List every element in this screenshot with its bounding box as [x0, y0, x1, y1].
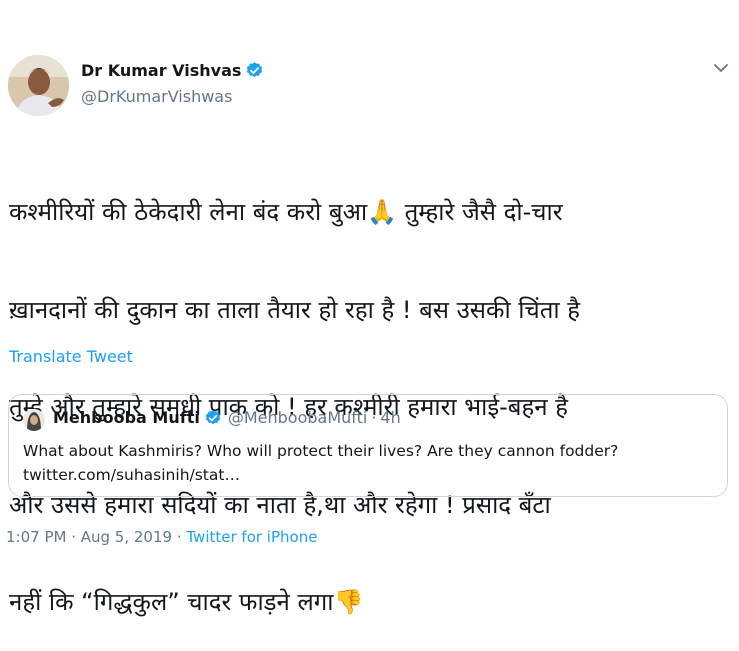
quote-avatar [23, 409, 45, 431]
tweet-line-5-text: नहीं कि “गिद्धकुल” चादर फाड़ने लगा [9, 588, 334, 616]
author-name-row: Dr Kumar Vishvas [81, 61, 264, 80]
verified-badge-icon [247, 62, 263, 78]
quote-author-handle: @MehboobaMufti [227, 408, 368, 427]
quote-author-name: Mehbooba Mufti [53, 408, 200, 427]
translate-tweet-link[interactable]: Translate Tweet [9, 347, 133, 366]
tweet-line-1b: तुम्हारे जैसै दो-चार [397, 198, 563, 226]
quoted-tweet-card[interactable]: Mehbooba Mufti @MehboobaMufti · 4h What … [8, 394, 728, 497]
verified-badge-icon [205, 409, 221, 424]
author-name[interactable]: Dr Kumar Vishvas [81, 61, 241, 80]
tweet-timestamp[interactable]: 1:07 PM · Aug 5, 2019 · [6, 528, 182, 546]
tweet-line-1a: कश्मीरियों की ठेकेदारी लेना बंद करो बुआ [9, 198, 368, 226]
tweet-line-5: नहीं कि “गिद्धकुल” चादर फाड़ने लगा👎 [9, 586, 734, 619]
quote-header: Mehbooba Mufti @MehboobaMufti · 4h [53, 408, 401, 427]
tweet-line-2: ख़ानदानों की दुकान का ताला तैयार हो रहा … [9, 295, 581, 324]
tweet-text: कश्मीरियों की ठेकेदारी लेना बंद करो बुआ🙏… [9, 131, 734, 651]
folded-hands-emoji: 🙏 [367, 198, 397, 226]
author-avatar[interactable] [8, 55, 69, 116]
tweet-meta: 1:07 PM · Aug 5, 2019 · Twitter for iPho… [6, 528, 317, 546]
chevron-down-icon[interactable] [713, 62, 729, 74]
separator-dot: · [371, 408, 377, 427]
tweet-line-1: कश्मीरियों की ठेकेदारी लेना बंद करो बुआ🙏… [9, 196, 734, 229]
quote-timestamp: 4h [380, 408, 401, 427]
author-handle[interactable]: @DrKumarVishwas [81, 87, 232, 106]
thumbs-down-emoji: 👎 [333, 588, 364, 616]
tweet-source-link[interactable]: Twitter for iPhone [186, 528, 317, 546]
quote-text: What about Kashmiris? Who will protect t… [23, 442, 619, 484]
